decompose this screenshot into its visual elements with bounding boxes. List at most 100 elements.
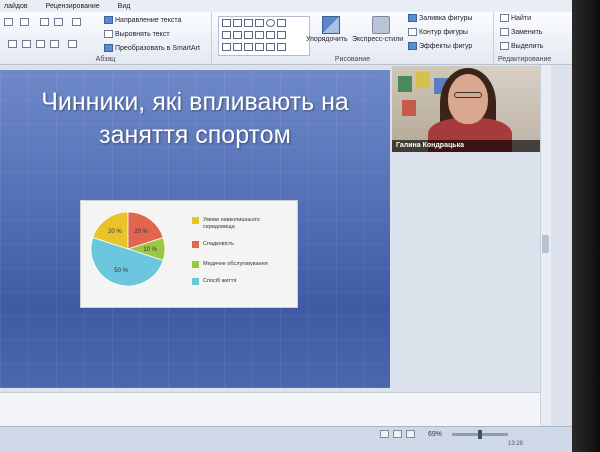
shape-pentagon-icon[interactable] [255,31,264,39]
slide-sorter-icon[interactable] [393,430,402,438]
shape-more-icon[interactable] [277,43,286,51]
shape-arrow-icon[interactable] [244,19,253,27]
legend-item: Медичне обслуговування [192,261,289,268]
menu-bar: лайдов Рецензирование Вид [0,0,572,12]
shape-rect2-icon[interactable] [255,19,264,27]
zoom-level[interactable]: 69% [428,431,442,438]
increase-indent-icon[interactable] [54,18,63,26]
pie-slice-label: 20 % [108,229,122,235]
shape-lshape-icon[interactable] [233,31,242,39]
pie-slice-label: 20 % [134,229,148,235]
vertical-scrollbar[interactable] [540,65,551,425]
quick-styles-label: Экспресс-стили [352,36,404,43]
paragraph-group: Направление текста Выровнять текст Преоб… [0,12,212,64]
shape-bracket-icon[interactable] [244,43,253,51]
notes-pane[interactable] [0,392,540,427]
select-button[interactable]: Выделить [500,42,543,50]
columns-icon[interactable] [68,40,77,48]
arrange-label: Упорядочить [306,36,348,43]
participant-glasses [454,92,482,98]
status-bar: 69% 13:28 [0,426,572,452]
text-direction-icon [104,16,113,24]
align-right-icon[interactable] [36,40,45,48]
shape-brace2-icon[interactable] [255,43,264,51]
drawing-group: Упорядочить Экспресс-стили Заливка фигур… [212,12,494,64]
quick-styles-button[interactable]: Экспресс-стили [352,14,403,52]
drawing-group-label: Рисование [334,56,371,63]
shape-oval-icon[interactable] [266,19,275,27]
binoculars-icon [500,14,509,22]
shape-arrow-up-icon[interactable] [266,31,275,39]
shape-wave-icon[interactable] [233,43,242,51]
editing-group: Найти Заменить Выделить Редактирование [494,12,572,64]
pie-chart[interactable]: 20 % 20 % 10 % 50 % Умови навколишнього сер… [80,200,298,308]
replace-label: Заменить [511,28,543,36]
menu-tab-review[interactable]: Рецензирование [46,3,100,10]
powerpoint-window: лайдов Рецензирование Вид Направление те… [0,0,572,452]
video-poster [416,72,430,88]
align-left-icon[interactable] [8,40,17,48]
find-button[interactable]: Найти [500,14,531,22]
align-text-label: Выровнять текст [115,30,170,38]
participant-name: Галина Кондрацька [392,140,540,152]
menu-tab-slideshow[interactable]: лайдов [4,3,28,10]
align-text-icon [104,30,113,38]
participant-face [448,74,488,124]
shape-arrow-down-icon[interactable] [277,31,286,39]
shape-curve-icon[interactable] [222,43,231,51]
slideshow-view-icon[interactable] [406,430,415,438]
pie-slice-label: 10 % [143,247,157,253]
convert-smartart-button[interactable]: Преобразовать в SmartArt [104,44,200,52]
shape-fill-button[interactable]: Заливка фигуры [408,14,472,22]
shape-effects-label: Эффекты фигур [419,42,473,50]
arrange-icon [322,16,340,34]
numbering-icon[interactable] [20,18,29,26]
legend-item: Спадковість [192,241,289,248]
legend-item: Умови навколишнього середовища [192,217,289,231]
text-direction-label: Направление текста [115,16,182,24]
arrange-button[interactable]: Упорядочить [306,14,350,52]
shapes-gallery[interactable] [218,16,310,56]
normal-view-icon[interactable] [380,430,389,438]
line-spacing-icon[interactable] [72,18,81,26]
shape-triangle-icon[interactable] [222,31,231,39]
quick-styles-icon [372,16,390,34]
align-center-icon[interactable] [22,40,31,48]
decrease-indent-icon[interactable] [40,18,49,26]
bullets-icon[interactable] [4,18,13,26]
cursor-icon [500,42,509,50]
paint-bucket-icon [408,14,417,22]
legend-label: Медичне обслуговування [203,261,268,267]
legend-swatch [192,241,199,248]
menu-tab-view[interactable]: Вид [118,3,131,10]
slide-title[interactable]: Чинники, які впливають на заняття спорто… [0,86,390,152]
legend-swatch [192,217,199,224]
zoom-slider-thumb[interactable] [478,430,482,439]
legend-swatch [192,278,199,285]
monitor-bezel [572,0,600,452]
replace-icon [500,28,509,36]
legend-item: Спосіб життя [192,278,289,285]
shape-effects-button[interactable]: Эффекты фигур [408,42,472,50]
replace-button[interactable]: Заменить [500,28,542,36]
shape-brace-icon[interactable] [244,31,253,39]
legend-label: Спадковість [203,241,235,247]
shape-line-icon[interactable] [233,19,242,27]
shape-rect-icon[interactable] [222,19,231,27]
text-direction-button[interactable]: Направление текста [104,16,181,24]
shape-outline-button[interactable]: Контур фигуры [408,28,468,36]
smartart-icon [104,44,113,52]
find-label: Найти [511,14,531,22]
video-call-tile[interactable]: Галина Кондрацька [392,66,540,152]
align-text-button[interactable]: Выровнять текст [104,30,170,38]
justify-icon[interactable] [50,40,59,48]
legend-label: Спосіб життя [203,278,237,284]
shape-star-icon[interactable] [266,43,275,51]
pie-slice-label: 50 % [114,268,128,274]
shape-rounded-icon[interactable] [277,19,286,27]
effects-icon [408,42,417,50]
slide-canvas[interactable]: Чинники, які впливають на заняття спорто… [0,70,390,388]
convert-smartart-label: Преобразовать в SmartArt [115,44,200,52]
shape-fill-label: Заливка фигуры [419,14,473,22]
scrollbar-thumb[interactable] [542,235,549,253]
